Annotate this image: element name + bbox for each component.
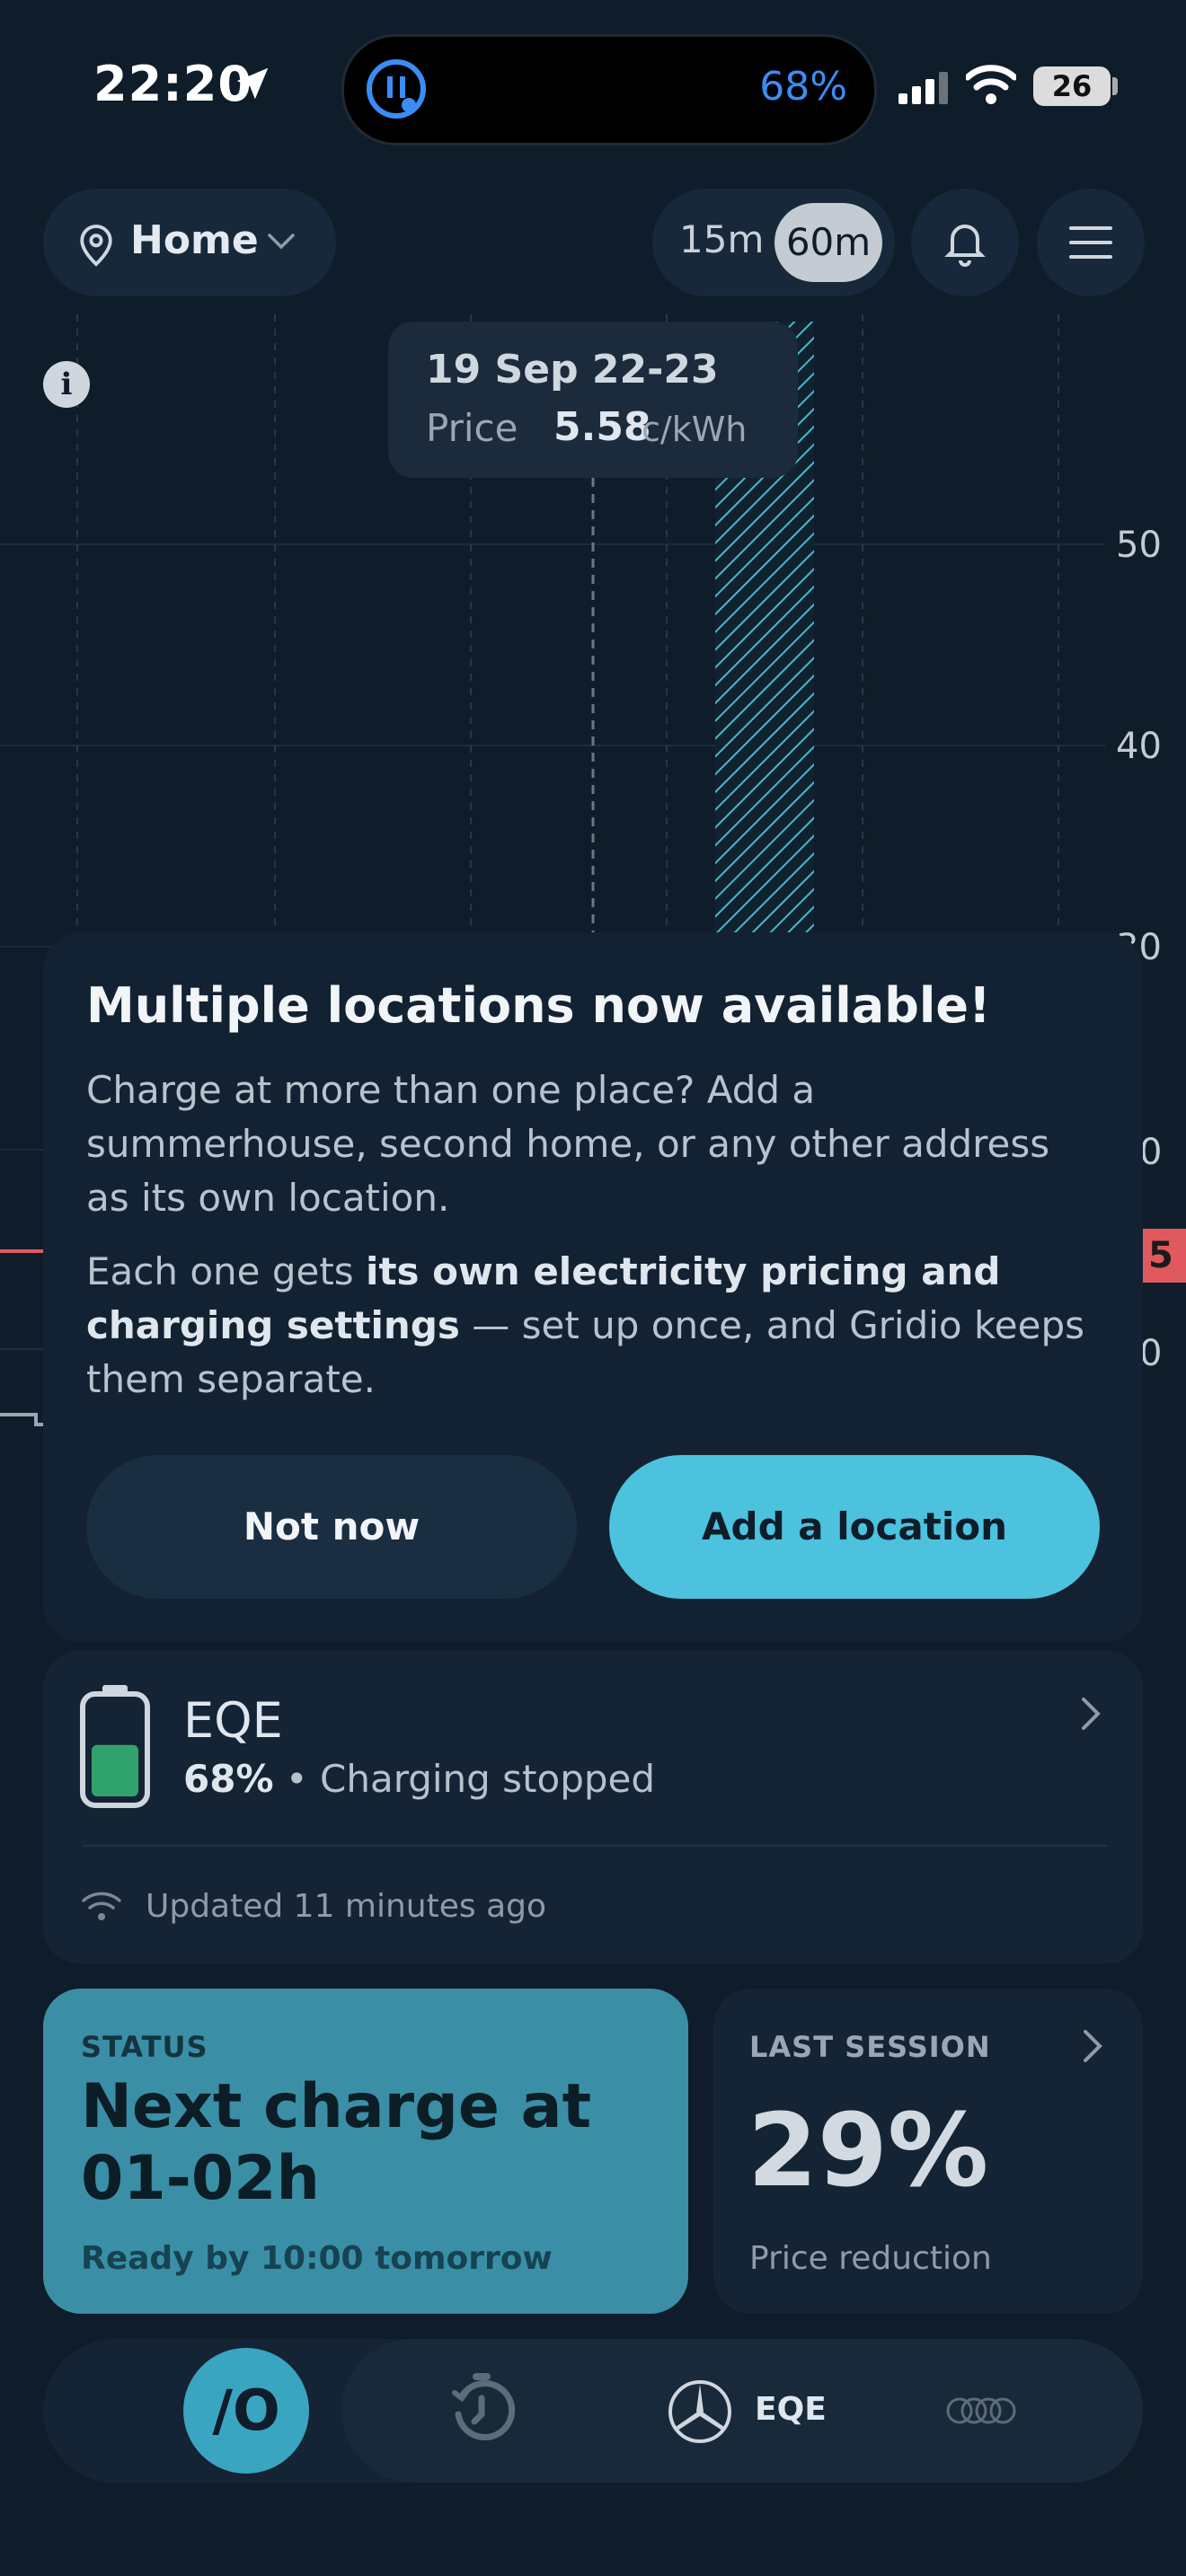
modal-description: Charge at more than one place? Add a sum… — [86, 1068, 1050, 1220]
tooltip-price-label: Price — [426, 406, 518, 450]
location-name: Home — [130, 217, 259, 263]
menu-button[interactable] — [1037, 189, 1145, 296]
battery-indicator: 26 — [1033, 66, 1111, 106]
charging-pause-icon — [367, 59, 426, 119]
schedule-timer-icon[interactable] — [447, 2371, 516, 2445]
tooltip-price-unit: c/kWh — [642, 410, 748, 449]
hamburger-menu-icon — [1069, 226, 1112, 259]
notifications-button[interactable] — [911, 189, 1019, 296]
audi-rings-icon[interactable] — [945, 2396, 1019, 2425]
location-pin-icon — [80, 225, 112, 267]
ready-by-text: Ready by 10:00 tomorrow — [81, 2240, 553, 2277]
interval-15m[interactable]: 15m — [679, 217, 764, 261]
tooltip-price-value: 5.58 — [553, 404, 651, 450]
add-location-button[interactable]: Add a location — [609, 1455, 1100, 1599]
status-label: STATUS — [81, 2030, 208, 2064]
chart-tooltip — [388, 322, 798, 478]
y-axis-label-50: 50 — [1116, 525, 1162, 566]
wifi-updated-icon — [82, 1892, 121, 1920]
price-reduction-label: Price reduction — [749, 2240, 992, 2277]
price-step-line — [0, 1413, 45, 1426]
vehicle-battery-icon — [80, 1685, 150, 1808]
last-session-label: LAST SESSION — [749, 2030, 991, 2064]
bell-icon — [944, 225, 986, 267]
current-price-badge: 5 — [1141, 1229, 1186, 1283]
battery-fill — [92, 1744, 138, 1796]
next-charge-text: Next charge at 01-02h — [81, 2071, 592, 2214]
cellular-signal-icon — [898, 72, 948, 104]
gridio-logo-button[interactable]: /O — [183, 2348, 309, 2474]
island-battery-percent: 68% — [759, 64, 847, 110]
price-reduction-value: 29% — [748, 2093, 989, 2210]
updated-text: Updated 11 minutes ago — [146, 1888, 547, 1925]
not-now-button[interactable]: Not now — [86, 1455, 577, 1599]
info-icon[interactable]: i — [43, 361, 90, 408]
chevron-right-icon[interactable] — [1082, 2028, 1103, 2064]
location-arrow-icon — [236, 67, 269, 100]
modal-description-2: Each one gets its own electricity pricin… — [86, 1249, 1084, 1401]
chevron-down-icon — [268, 234, 295, 250]
status-time: 22:20 — [93, 56, 252, 112]
interval-60m[interactable]: 60m — [774, 203, 882, 282]
modal-title: Multiple locations now available! — [86, 977, 991, 1034]
y-axis-label-40: 40 — [1116, 726, 1162, 767]
vehicle-name: EQE — [183, 1692, 283, 1749]
vehicle-tab-label[interactable]: EQE — [755, 2391, 827, 2428]
vehicle-status: 68% • Charging stopped — [183, 1757, 656, 1801]
tooltip-date: 19 Sep 22-23 — [426, 347, 719, 393]
dynamic-island[interactable]: 68% — [341, 34, 877, 146]
mercedes-logo-icon[interactable] — [667, 2378, 733, 2445]
chevron-right-icon[interactable] — [1080, 1696, 1102, 1732]
battery-tip — [1112, 77, 1118, 95]
card-divider — [83, 1845, 1107, 1847]
wifi-icon — [966, 65, 1016, 104]
